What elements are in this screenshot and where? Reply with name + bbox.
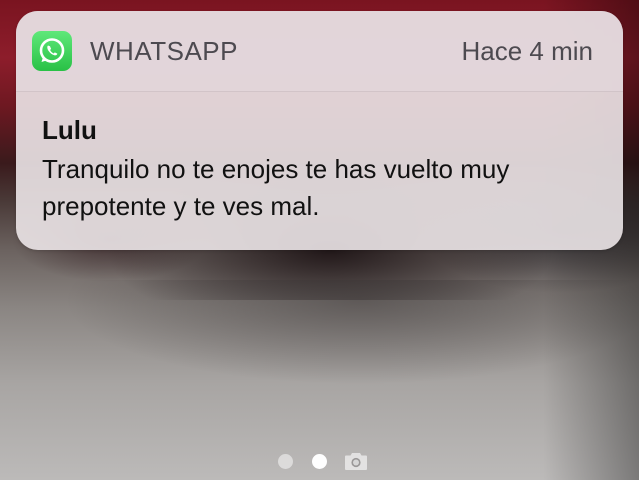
sender-name: Lulu <box>42 115 97 145</box>
app-name: WHATSAPP <box>90 36 238 66</box>
message-text: Tranquilo no te enojes te has vuelto muy… <box>42 154 510 221</box>
page-indicator[interactable] <box>276 451 376 471</box>
whatsapp-icon <box>32 31 72 71</box>
camera-icon <box>344 451 368 471</box>
notification-time: Hace 4 min <box>461 36 594 66</box>
whatsapp-notification[interactable]: WHATSAPP Hace 4 min Lulu Tranquilo no te… <box>16 11 623 250</box>
notification-header: WHATSAPP Hace 4 min <box>16 11 623 92</box>
page-dot-current <box>312 454 327 469</box>
page-dot <box>278 454 293 469</box>
